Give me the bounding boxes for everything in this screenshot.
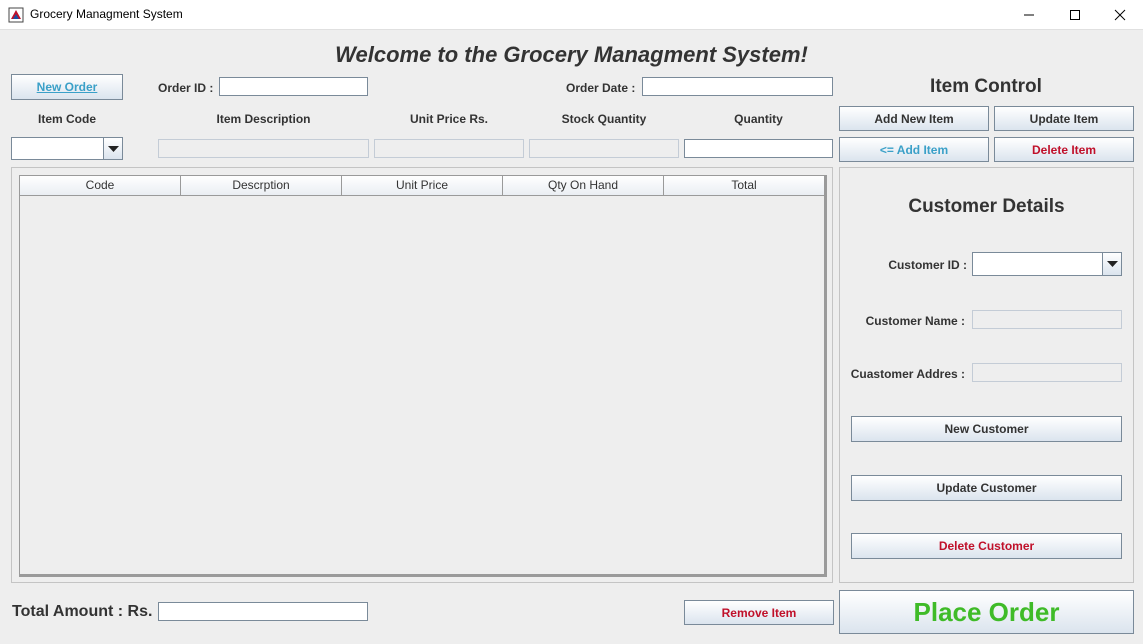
stock-quantity-field [529,139,679,158]
customer-name-field [972,310,1122,329]
new-order-button[interactable]: New Order [11,74,123,100]
dropdown-arrow[interactable] [103,138,122,159]
total-amount-field[interactable] [158,602,368,621]
title-bar: Grocery Managment System [0,0,1143,30]
customer-details-title: Customer Details [908,196,1065,217]
delete-item-button[interactable]: Delete Item [994,137,1134,162]
item-description-header: Item Description [216,112,311,126]
triangle-down-icon [1106,261,1118,267]
column-header-total[interactable]: Total [664,176,824,195]
customer-address-label: Cuastomer Addres : [850,367,965,381]
update-item-button[interactable]: Update Item [994,106,1134,131]
new-customer-button[interactable]: New Customer [851,416,1122,442]
customer-address-field [972,363,1122,382]
order-date-field[interactable] [642,77,833,96]
column-header-qty-on-hand[interactable]: Qty On Hand [503,176,664,195]
order-id-field[interactable] [219,77,368,96]
customer-id-combo[interactable] [972,252,1122,276]
maximize-icon [1070,10,1080,20]
table-header: Code Descrption Unit Price Qty On Hand T… [20,176,824,196]
dropdown-arrow[interactable] [1102,253,1121,275]
order-date-label: Order Date : [566,81,636,95]
app-icon [8,7,24,23]
window-title: Grocery Managment System [30,7,183,21]
delete-customer-button[interactable]: Delete Customer [851,533,1122,559]
unit-price-field [374,139,524,158]
unit-price-header: Unit Price Rs. [409,112,489,126]
customer-name-label: Customer Name : [865,314,965,328]
item-code-combo[interactable] [11,137,123,160]
add-item-button[interactable]: <= Add Item [839,137,989,162]
customer-id-label: Customer ID : [888,258,967,272]
item-control-title: Item Control [930,76,1042,97]
triangle-down-icon [107,145,119,152]
minimize-button[interactable] [1006,0,1052,30]
item-description-field [158,139,369,158]
remove-item-button[interactable]: Remove Item [684,600,834,625]
column-header-unit-price[interactable]: Unit Price [342,176,503,195]
order-table[interactable]: Code Descrption Unit Price Qty On Hand T… [19,175,827,577]
quantity-header: Quantity [734,112,783,126]
column-header-code[interactable]: Code [20,176,181,195]
column-header-description[interactable]: Descrption [181,176,342,195]
close-button[interactable] [1097,0,1143,30]
close-icon [1114,9,1126,21]
main-title: Welcome to the Grocery Managment System! [335,42,808,67]
minimize-icon [1024,14,1034,16]
order-id-label: Order ID : [158,81,214,95]
maximize-button[interactable] [1052,0,1098,30]
item-code-header: Item Code [37,112,96,126]
quantity-field[interactable] [684,139,833,158]
total-amount-label: Total Amount : Rs. [12,603,153,620]
update-customer-button[interactable]: Update Customer [851,475,1122,501]
place-order-button[interactable]: Place Order [839,590,1134,634]
add-new-item-button[interactable]: Add New Item [839,106,989,131]
stock-quantity-header: Stock Quantity [561,112,647,126]
